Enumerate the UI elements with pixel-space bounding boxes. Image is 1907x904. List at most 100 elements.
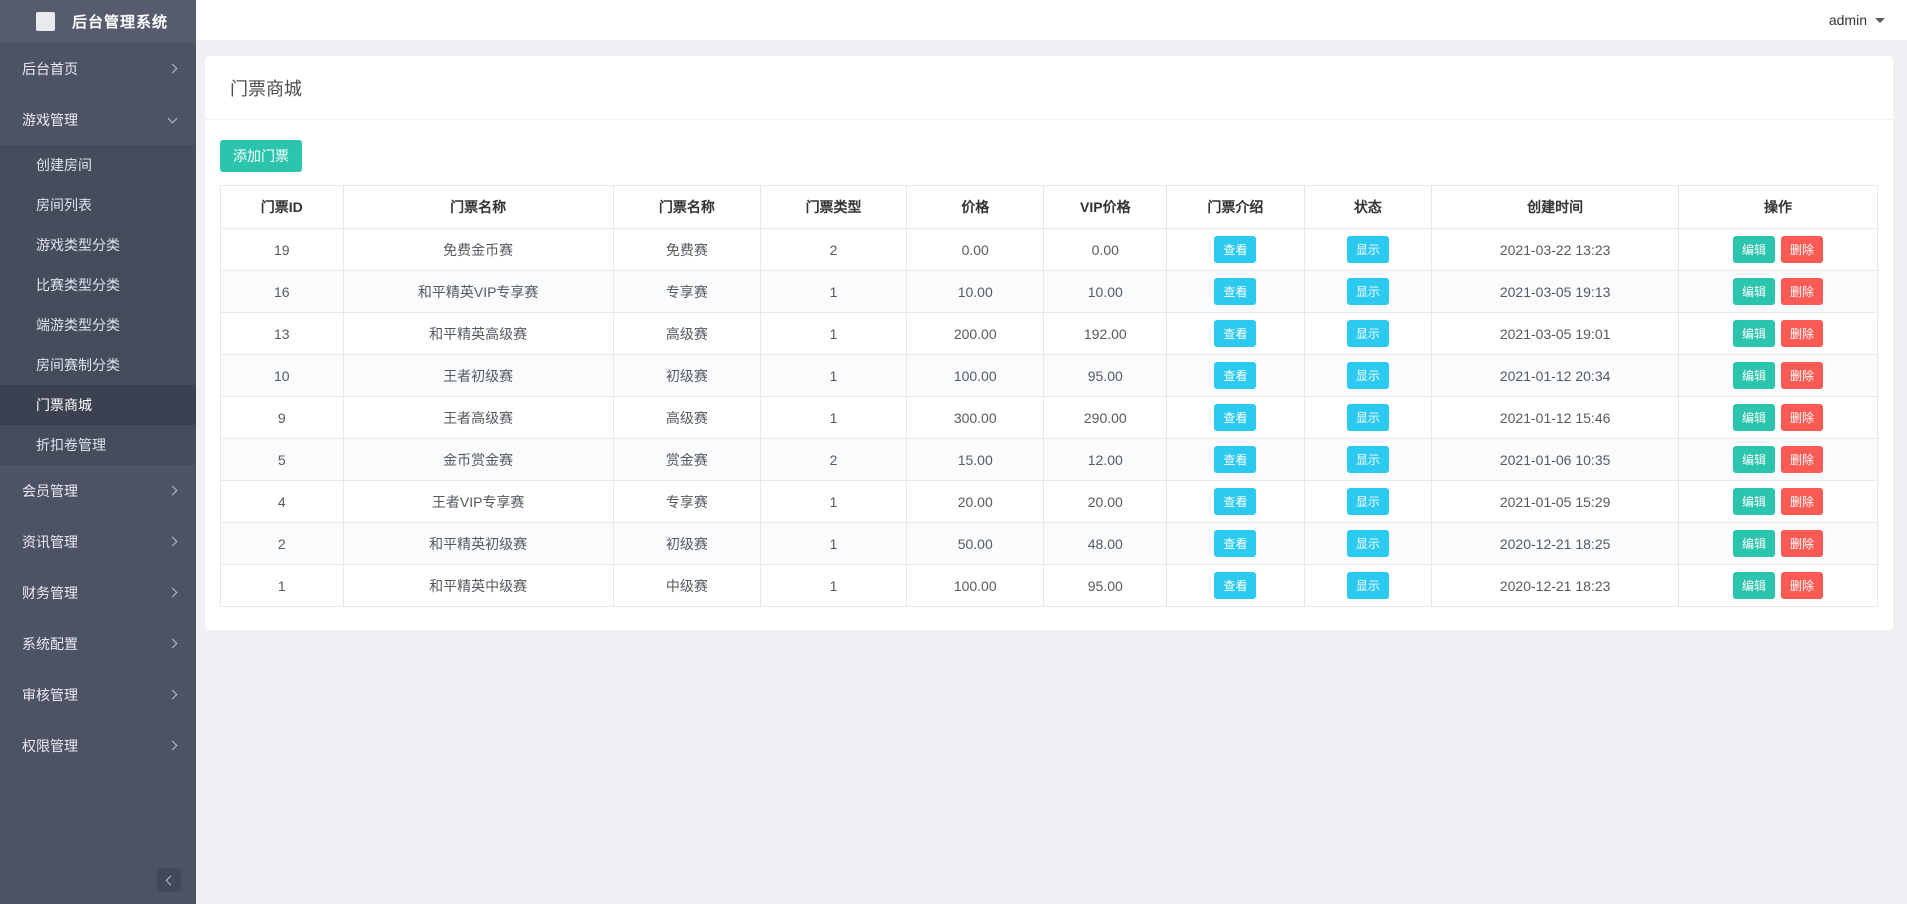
sidebar-item-label: 后台首页 [22,59,169,79]
sidebar-subitem-create-room[interactable]: 创建房间 [0,145,196,185]
created-time-cell: 2021-03-05 19:13 [1432,271,1679,313]
chevron-right-icon [168,741,178,751]
delete-button[interactable]: 删除 [1781,488,1823,515]
intro-cell: 查看 [1167,355,1305,397]
created-time-cell: 2020-12-21 18:25 [1432,523,1679,565]
vip-price-cell: 95.00 [1044,565,1167,607]
app-logo-icon [36,12,55,31]
sidebar-subitem-game-type[interactable]: 游戏类型分类 [0,225,196,265]
ticket-id-cell: 19 [221,229,344,271]
view-button[interactable]: 查看 [1214,404,1256,431]
ticket-id-cell: 5 [221,439,344,481]
delete-button[interactable]: 删除 [1781,362,1823,389]
delete-button[interactable]: 删除 [1781,404,1823,431]
sidebar-subitem-pc-game-type[interactable]: 端游类型分类 [0,305,196,345]
sidebar-item-system[interactable]: 系统配置 [0,618,196,669]
column-header: VIP价格 [1044,186,1167,229]
table-row: 10王者初级赛初级赛1100.0095.00查看显示2021-01-12 20:… [221,355,1878,397]
sidebar-collapse-button[interactable] [157,868,181,892]
price-cell: 20.00 [906,481,1044,523]
sidebar-item-game[interactable]: 游戏管理 [0,94,196,145]
intro-cell: 查看 [1167,523,1305,565]
ticket-name-cell: 和平精英VIP专享赛 [343,271,613,313]
delete-button[interactable]: 删除 [1781,320,1823,347]
delete-button[interactable]: 删除 [1781,530,1823,557]
edit-button[interactable]: 编辑 [1733,320,1775,347]
table-row: 9王者高级赛高级赛1300.00290.00查看显示2021-01-12 15:… [221,397,1878,439]
sidebar-item-auth[interactable]: 权限管理 [0,720,196,771]
view-button[interactable]: 查看 [1214,530,1256,557]
delete-button[interactable]: 删除 [1781,236,1823,263]
table-row: 5金币赏金赛赏金赛215.0012.00查看显示2021-01-06 10:35… [221,439,1878,481]
price-cell: 15.00 [906,439,1044,481]
table-row: 16和平精英VIP专享赛专享赛110.0010.00查看显示2021-03-05… [221,271,1878,313]
edit-button[interactable]: 编辑 [1733,488,1775,515]
status-show-button[interactable]: 显示 [1347,446,1389,473]
price-cell: 0.00 [906,229,1044,271]
view-button[interactable]: 查看 [1214,278,1256,305]
status-show-button[interactable]: 显示 [1347,488,1389,515]
edit-button[interactable]: 编辑 [1733,404,1775,431]
intro-cell: 查看 [1167,565,1305,607]
view-button[interactable]: 查看 [1214,488,1256,515]
add-ticket-button[interactable]: 添加门票 [220,140,302,172]
view-button[interactable]: 查看 [1214,362,1256,389]
sidebar-item-finance[interactable]: 财务管理 [0,567,196,618]
actions-cell: 编辑删除 [1679,397,1878,439]
user-menu[interactable]: admin [1829,12,1885,28]
sidebar-item-news[interactable]: 资讯管理 [0,516,196,567]
sidebar-subitem-ticket-mall[interactable]: 门票商城 [0,385,196,425]
sidebar-item-member[interactable]: 会员管理 [0,465,196,516]
sidebar-subitem-room-format[interactable]: 房间赛制分类 [0,345,196,385]
status-show-button[interactable]: 显示 [1347,236,1389,263]
table-row: 19免费金币赛免费赛20.000.00查看显示2021-03-22 13:23编… [221,229,1878,271]
sidebar-subitem-room-list[interactable]: 房间列表 [0,185,196,225]
edit-button[interactable]: 编辑 [1733,362,1775,389]
edit-button[interactable]: 编辑 [1733,530,1775,557]
tickets-table: 门票ID门票名称门票名称门票类型价格VIP价格门票介绍状态创建时间操作 19免费… [220,185,1878,607]
edit-button[interactable]: 编辑 [1733,446,1775,473]
sidebar-item-home[interactable]: 后台首页 [0,43,196,94]
view-button[interactable]: 查看 [1214,446,1256,473]
sidebar-item-label: 游戏管理 [22,110,169,130]
status-show-button[interactable]: 显示 [1347,278,1389,305]
delete-button[interactable]: 删除 [1781,278,1823,305]
edit-button[interactable]: 编辑 [1733,572,1775,599]
status-show-button[interactable]: 显示 [1347,530,1389,557]
status-show-button[interactable]: 显示 [1347,320,1389,347]
main-area: admin 门票商城 添加门票 门票ID门票名称门票名称门票类型价格VIP价格门… [196,0,1907,904]
status-show-button[interactable]: 显示 [1347,572,1389,599]
ticket-type-cell: 1 [761,397,907,439]
edit-button[interactable]: 编辑 [1733,236,1775,263]
actions-cell: 编辑删除 [1679,523,1878,565]
actions-cell: 编辑删除 [1679,565,1878,607]
intro-cell: 查看 [1167,229,1305,271]
sidebar-item-audit[interactable]: 审核管理 [0,669,196,720]
view-button[interactable]: 查看 [1214,572,1256,599]
view-button[interactable]: 查看 [1214,320,1256,347]
ticket-name-cell: 和平精英高级赛 [343,313,613,355]
chevron-right-icon [168,588,178,598]
chevron-down-icon [168,113,178,123]
vip-price-cell: 10.00 [1044,271,1167,313]
delete-button[interactable]: 删除 [1781,572,1823,599]
ticket-title-cell: 高级赛 [613,397,760,439]
sidebar-subitem-match-type[interactable]: 比赛类型分类 [0,265,196,305]
ticket-id-cell: 13 [221,313,344,355]
sidebar-subitem-discount-coupon[interactable]: 折扣卷管理 [0,425,196,465]
created-time-cell: 2020-12-21 18:23 [1432,565,1679,607]
edit-button[interactable]: 编辑 [1733,278,1775,305]
ticket-id-cell: 9 [221,397,344,439]
status-show-button[interactable]: 显示 [1347,404,1389,431]
price-cell: 300.00 [906,397,1044,439]
column-header: 门票介绍 [1167,186,1305,229]
ticket-type-cell: 2 [761,439,907,481]
delete-button[interactable]: 删除 [1781,446,1823,473]
ticket-name-cell: 免费金币赛 [343,229,613,271]
status-show-button[interactable]: 显示 [1347,362,1389,389]
sidebar-item-label: 会员管理 [22,481,169,501]
price-cell: 200.00 [906,313,1044,355]
chevron-right-icon [168,690,178,700]
view-button[interactable]: 查看 [1214,236,1256,263]
sidebar-menu: 后台首页游戏管理创建房间房间列表游戏类型分类比赛类型分类端游类型分类房间赛制分类… [0,43,196,771]
